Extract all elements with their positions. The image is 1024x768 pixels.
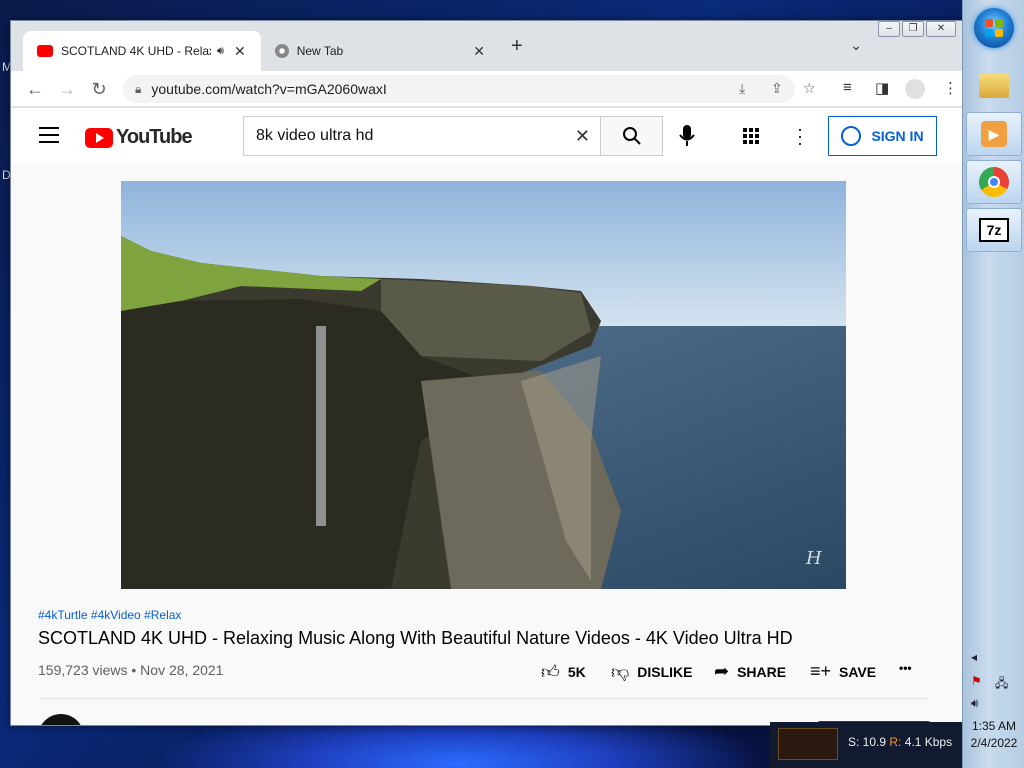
youtube-page: YouTube 8k video ultra hd ✕ · · · SIGN IN — [11, 108, 962, 725]
youtube-favicon-icon — [37, 45, 53, 57]
video-title: SCOTLAND 4K UHD - Relaxing Music Along W… — [38, 628, 793, 648]
taskbar-media-player[interactable]: ▶ — [966, 112, 1022, 156]
address-bar[interactable]: 🔒︎ youtube.com/watch?v=mGA2060waxI — [123, 75, 795, 103]
chrome-icon — [979, 167, 1009, 197]
sign-in-button[interactable]: SIGN IN — [828, 116, 937, 156]
youtube-logo[interactable]: YouTube — [85, 126, 193, 149]
voice-search-button[interactable] — [679, 124, 695, 153]
playlist-add-icon: ≡+ — [810, 661, 832, 681]
clock-time: 1:35 AM — [971, 719, 1017, 733]
reload-icon[interactable]: ↻ — [87, 77, 111, 101]
restore-button[interactable]: ❐ — [902, 21, 924, 37]
video-hashtags[interactable]: #4kTurtle #4kVideo #Relax — [38, 608, 181, 622]
bookmark-star-icon[interactable]: ☆ — [803, 80, 816, 97]
speaker-icon: 🔊︎ — [217, 44, 224, 57]
close-button[interactable]: ✕ — [926, 21, 956, 37]
settings-more-icon[interactable]: · · · — [797, 120, 803, 152]
search-icon — [622, 127, 641, 145]
tab-youtube[interactable]: SCOTLAND 4K UHD - Relaxi 🔊︎ ✕ — [23, 31, 261, 71]
volume-icon[interactable]: 🔊︎ — [971, 696, 979, 711]
url-text: youtube.com/watch?v=mGA2060waxI — [151, 81, 387, 97]
more-actions-button[interactable]: ••• — [899, 661, 912, 675]
action-center-flag-icon[interactable]: ⚑ — [971, 674, 982, 688]
chrome-menu-icon[interactable]: ⋮ — [943, 79, 958, 97]
start-button[interactable] — [974, 8, 1014, 48]
tab-strip: SCOTLAND 4K UHD - Relaxi 🔊︎ ✕ New Tab ✕ … — [11, 21, 962, 71]
window-controls: – ❐ ✕ — [878, 21, 956, 37]
account-icon — [841, 126, 862, 146]
taskbar-explorer[interactable] — [966, 64, 1022, 108]
search-box: 8k video ultra hd ✕ — [243, 116, 663, 156]
tab-close-icon[interactable]: ✕ — [234, 43, 246, 60]
youtube-wordmark: YouTube — [116, 126, 193, 148]
video-views-date: 159,723 views • Nov 28, 2021 — [38, 662, 224, 678]
network-meter: S: 10.9 R: 4.1 Kbps — [770, 722, 962, 768]
search-query: 8k video ultra hd — [256, 127, 374, 144]
tab-new-tab[interactable]: New Tab ✕ — [261, 31, 499, 71]
search-button[interactable] — [600, 117, 662, 155]
svg-text:H: H — [805, 548, 822, 569]
network-graph — [778, 728, 838, 760]
yt-play-logo-icon — [85, 127, 113, 148]
forward-arrow-icon[interactable]: → — [55, 77, 79, 101]
thumbs-down-icon: 👎︎ — [611, 662, 630, 682]
yt-masthead: YouTube 8k video ultra hd ✕ · · · SIGN IN — [11, 108, 962, 164]
channel-avatar[interactable] — [38, 714, 84, 725]
share-arrow-icon: ➦ — [714, 661, 730, 681]
taskbar-chrome[interactable] — [966, 160, 1022, 204]
recv-prefix: R: — [889, 735, 902, 749]
windows-logo-icon — [985, 19, 1003, 37]
sign-in-label: SIGN IN — [871, 128, 924, 144]
lock-icon: 🔒︎ — [135, 81, 142, 96]
tab-search-chevron-icon[interactable]: ⌄ — [850, 37, 862, 54]
like-button[interactable]: 👍︎ 5K — [541, 661, 586, 683]
chrome-favicon-icon — [275, 44, 289, 58]
save-label: SAVE — [839, 663, 877, 680]
share-label: SHARE — [737, 663, 787, 680]
clear-search-icon[interactable]: ✕ — [575, 117, 590, 155]
menu-icon[interactable] — [39, 127, 59, 148]
save-button[interactable]: ≡+ SAVE — [810, 661, 876, 682]
network-icon[interactable]: 🖧 — [995, 674, 1008, 695]
send-rate: S: 10.9 — [848, 735, 887, 749]
show-hidden-icons-icon[interactable]: ◂ — [971, 650, 977, 664]
apps-grid-icon[interactable] — [743, 128, 759, 144]
install-app-icon[interactable]: ⤓ — [739, 80, 745, 97]
tab-close-icon[interactable]: ✕ — [473, 43, 485, 60]
profile-icon[interactable] — [905, 79, 925, 99]
microphone-icon — [679, 125, 695, 146]
browser-window: SCOTLAND 4K UHD - Relaxi 🔊︎ ✕ New Tab ✕ … — [10, 20, 963, 726]
7zip-icon: 7z — [979, 218, 1009, 242]
thumbs-up-icon: 👍︎ — [541, 662, 560, 682]
dislike-label: DISLIKE — [637, 664, 693, 680]
search-input[interactable]: 8k video ultra hd ✕ — [244, 117, 600, 155]
side-panel-icon[interactable]: ◨ — [875, 79, 889, 97]
back-arrow-icon[interactable]: ← — [23, 77, 47, 101]
tab-title: New Tab — [296, 44, 344, 58]
divider — [38, 698, 930, 699]
share-icon[interactable]: ⇪ — [771, 80, 783, 97]
share-button[interactable]: ➦ SHARE — [714, 661, 786, 682]
taskbar: ▶ 7z ◂ ⚑ 🖧 🔊︎ 1:35 AM 2/4/2022 — [962, 0, 1024, 768]
dislike-button[interactable]: 👎︎ DISLIKE — [611, 661, 693, 683]
video-player[interactable]: H — [121, 181, 846, 589]
browser-toolbar: ← → ↻ 🔒︎ youtube.com/watch?v=mGA2060waxI… — [11, 71, 962, 107]
like-count: 5K — [567, 664, 586, 680]
media-control-icon[interactable]: ≡ — [843, 79, 852, 96]
minimize-button[interactable]: – — [878, 21, 900, 37]
network-rates: S: 10.9 R: 4.1 Kbps — [848, 735, 952, 749]
recv-rate: 4.1 Kbps — [904, 735, 953, 749]
clock-date: 2/4/2022 — [970, 736, 1018, 750]
video-frame-scotland-cliffs: H — [121, 181, 846, 589]
tab-title: SCOTLAND 4K UHD - Relaxi — [61, 44, 211, 58]
system-clock[interactable]: 1:35 AM 2/4/2022 — [963, 718, 1024, 752]
media-player-icon: ▶ — [981, 121, 1007, 147]
new-tab-button[interactable]: + — [511, 35, 523, 58]
folder-icon — [979, 74, 1009, 98]
taskbar-7zip[interactable]: 7z — [966, 208, 1022, 252]
